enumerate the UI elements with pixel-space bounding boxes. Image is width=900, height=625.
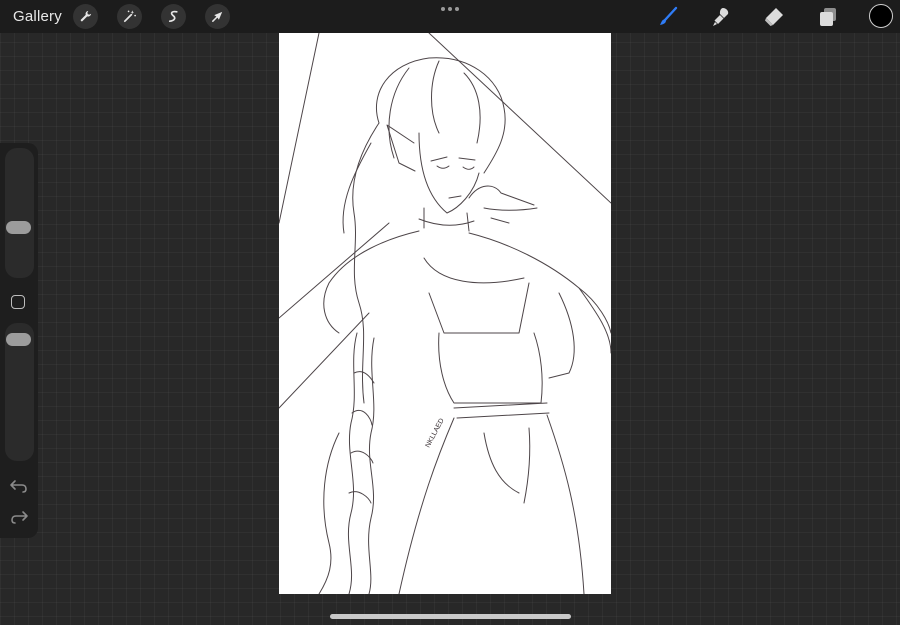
redo-button[interactable] — [9, 509, 29, 525]
brush-tool-button[interactable] — [655, 4, 681, 30]
selection-icon — [168, 10, 178, 23]
magic-wand-icon — [123, 10, 136, 23]
transform-arrow-icon — [212, 11, 223, 22]
left-sidebar — [0, 143, 38, 538]
color-picker-button[interactable] — [869, 4, 893, 28]
line-art-sketch: NKLLAED — [279, 33, 611, 594]
redo-icon — [11, 511, 28, 524]
adjustments-button[interactable] — [117, 4, 142, 29]
brush-opacity-thumb[interactable] — [6, 333, 31, 346]
square-outline-icon[interactable] — [11, 295, 25, 309]
artist-signature: NKLLAED — [425, 417, 446, 448]
undo-button[interactable] — [9, 478, 29, 494]
selection-button[interactable] — [161, 4, 186, 29]
top-toolbar: Gallery — [0, 0, 900, 33]
brush-size-thumb[interactable] — [6, 221, 31, 234]
eraser-tool-button[interactable] — [761, 4, 787, 30]
gallery-button[interactable]: Gallery — [13, 8, 62, 25]
smudge-tool-button[interactable] — [708, 4, 734, 30]
brush-size-slider[interactable] — [5, 148, 34, 278]
home-indicator[interactable] — [330, 614, 571, 619]
smudge-icon — [713, 8, 729, 26]
undo-icon — [10, 480, 27, 493]
brush-icon — [660, 6, 678, 25]
more-options-icon[interactable] — [441, 4, 459, 14]
actions-wrench-button[interactable] — [73, 4, 98, 29]
transform-button[interactable] — [205, 4, 230, 29]
drawing-canvas[interactable]: NKLLAED — [279, 33, 611, 594]
eraser-icon — [765, 8, 783, 26]
brush-opacity-slider[interactable] — [5, 323, 34, 461]
layers-button[interactable] — [815, 4, 841, 30]
wrench-icon — [80, 10, 92, 22]
layers-icon — [820, 8, 836, 26]
